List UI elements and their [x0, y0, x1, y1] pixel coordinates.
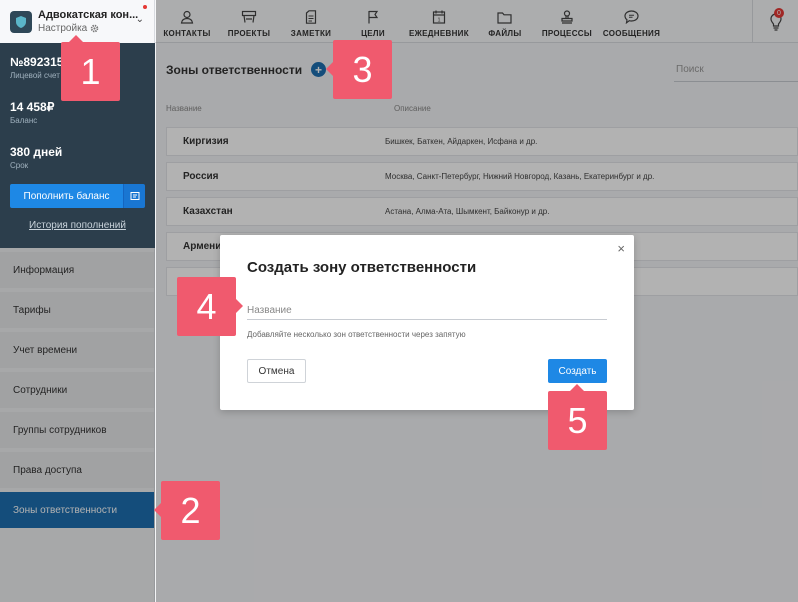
- callout-badge-5: 5: [548, 384, 607, 450]
- close-icon[interactable]: ×: [617, 241, 625, 256]
- callout-number: 5: [567, 399, 588, 441]
- callout-arrow: [154, 503, 161, 517]
- term-value: 380 дней: [10, 145, 63, 159]
- balance-label: Баланс: [10, 116, 38, 125]
- callout-number: 3: [352, 48, 373, 90]
- callout-badge-4: 4: [177, 277, 243, 336]
- chevron-down-icon[interactable]: ⌄: [136, 14, 144, 25]
- zone-name-input[interactable]: [247, 301, 607, 320]
- dialog-title: Создать зону ответственности: [247, 259, 477, 276]
- notification-dot: [143, 5, 147, 9]
- callout-arrow: [236, 299, 243, 313]
- company-name: Адвокатская кон...: [38, 9, 139, 21]
- callout-badge-3: 3: [326, 40, 392, 99]
- topup-button[interactable]: Пополнить баланс: [10, 184, 123, 208]
- callout-arrow: [570, 384, 584, 391]
- create-button[interactable]: Создать: [548, 359, 607, 383]
- callout-number: 1: [80, 50, 101, 92]
- callout-badge-1: 1: [61, 35, 120, 101]
- callout-badge-2: 2: [154, 481, 220, 540]
- topup-group: Пополнить баланс: [10, 184, 145, 208]
- card-icon: [130, 192, 139, 200]
- balance-value: 14 458₽: [10, 100, 55, 114]
- input-hint: Добавляйте несколько зон ответственности…: [247, 330, 466, 339]
- invoice-button[interactable]: [123, 184, 145, 208]
- company-logo-icon: [10, 10, 32, 33]
- cancel-button[interactable]: Отмена: [247, 359, 306, 383]
- term-label: Срок: [10, 161, 29, 170]
- topup-history-link[interactable]: История пополнений: [0, 220, 155, 231]
- settings-link[interactable]: Настройка: [38, 23, 138, 34]
- settings-label: Настройка: [38, 23, 88, 34]
- modal-backdrop-sidebar[interactable]: [0, 248, 155, 602]
- callout-arrow: [326, 62, 333, 76]
- gear-icon: [90, 24, 99, 33]
- callout-arrow: [69, 35, 83, 42]
- callout-number: 4: [196, 285, 217, 327]
- callout-number: 2: [180, 489, 201, 531]
